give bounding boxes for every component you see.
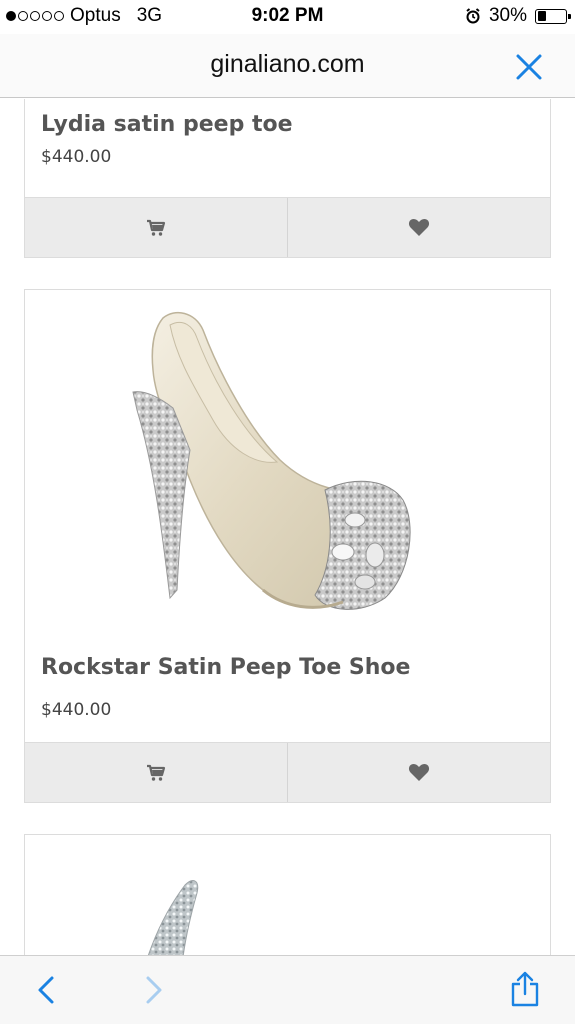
- forward-button[interactable]: [144, 974, 164, 1011]
- product-title[interactable]: Lydia satin peep toe: [41, 112, 293, 137]
- status-bar: Optus 3G 9:02 PM 30%: [0, 0, 575, 34]
- browser-toolbar: [0, 955, 575, 1024]
- url-text[interactable]: ginaliano.com: [0, 50, 575, 79]
- shoe-image: [132, 311, 411, 610]
- add-to-cart-button[interactable]: [25, 743, 287, 802]
- battery-percent: 30%: [488, 5, 527, 26]
- forward-chevron-icon: [146, 976, 162, 1004]
- back-chevron-icon: [38, 976, 54, 1004]
- back-button[interactable]: [36, 974, 56, 1011]
- share-icon: [511, 971, 539, 1007]
- heart-icon: [408, 219, 430, 236]
- close-icon: [516, 54, 542, 80]
- close-button[interactable]: [513, 51, 545, 83]
- cart-icon: [147, 219, 166, 236]
- product-image[interactable]: [25, 290, 550, 635]
- product-card: Rockstar Satin Peep Toe Shoe $440.00: [24, 289, 551, 803]
- product-card: [24, 834, 551, 955]
- product-price: $440.00: [41, 700, 112, 720]
- battery-icon: [535, 8, 571, 24]
- share-button[interactable]: [508, 970, 542, 1013]
- browser-address-bar: ginaliano.com: [0, 34, 575, 98]
- add-to-cart-button[interactable]: [25, 198, 287, 257]
- status-right: 30%: [465, 5, 571, 27]
- alarm-icon: [465, 8, 481, 24]
- product-price: $440.00: [41, 147, 112, 167]
- page-content[interactable]: Lydia satin peep toe $440.00 Rockstar Sa…: [0, 99, 575, 955]
- heart-icon: [408, 764, 430, 781]
- cart-icon: [147, 764, 166, 781]
- product-actions: [25, 197, 550, 257]
- product-actions: [25, 742, 550, 802]
- product-card: Lydia satin peep toe $440.00: [24, 99, 551, 258]
- shoe-image: [147, 880, 199, 955]
- product-image[interactable]: [25, 835, 550, 955]
- product-title[interactable]: Rockstar Satin Peep Toe Shoe: [41, 655, 410, 680]
- add-to-wishlist-button[interactable]: [287, 743, 550, 802]
- add-to-wishlist-button[interactable]: [287, 198, 550, 257]
